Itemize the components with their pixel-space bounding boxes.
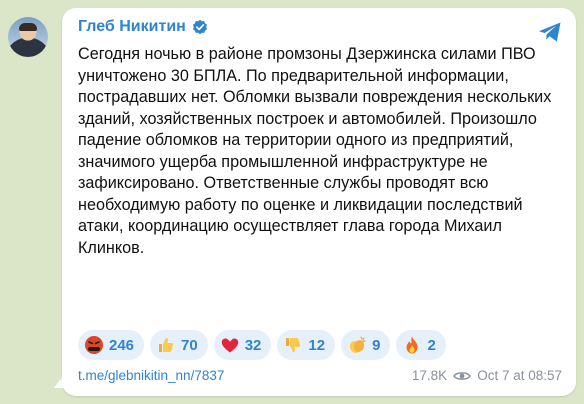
reaction-count: 246 xyxy=(109,336,135,354)
reaction-count: 9 xyxy=(372,336,381,354)
message-meta: 17.8K Oct 7 at 08:57 xyxy=(412,368,562,383)
message-footer: t.me/glebnikitin_nn/7837 17.8K Oct 7 at … xyxy=(78,368,562,383)
thumbs-up-icon xyxy=(159,337,174,352)
reaction-fire[interactable]: 2 xyxy=(396,330,446,360)
reaction-count: 2 xyxy=(427,336,436,354)
reactions-bar: 246 70 32 12 9 2 xyxy=(78,330,446,360)
avatar-hair xyxy=(19,23,37,31)
verified-badge-icon xyxy=(192,19,207,35)
message-bubble: Глеб Никитин Сегодня ночью в районе пром… xyxy=(62,8,576,396)
reaction-clap[interactable]: 9 xyxy=(341,330,391,360)
author-header[interactable]: Глеб Никитин xyxy=(78,18,208,36)
avatar[interactable] xyxy=(8,17,48,57)
clapping-hands-icon xyxy=(349,336,366,353)
angry-face-with-symbols-icon xyxy=(85,336,103,354)
reaction-thumbs-up[interactable]: 70 xyxy=(150,330,208,360)
eye-icon xyxy=(453,371,472,380)
view-count: 17.8K xyxy=(411,368,448,383)
reaction-thumbs-down[interactable]: 12 xyxy=(277,330,336,360)
telegram-share-icon[interactable] xyxy=(536,18,564,46)
message-text: Сегодня ночью в районе промзоны Дзержинс… xyxy=(78,45,552,257)
reaction-count: 32 xyxy=(244,336,262,354)
reaction-heart[interactable]: 32 xyxy=(213,330,272,360)
red-heart-icon xyxy=(221,338,238,353)
post-link[interactable]: t.me/glebnikitin_nn/7837 xyxy=(78,368,224,383)
reaction-angry[interactable]: 246 xyxy=(78,330,145,360)
reaction-count: 12 xyxy=(308,336,326,354)
timestamp: Oct 7 at 08:57 xyxy=(477,368,562,383)
fire-icon xyxy=(406,336,418,354)
thumbs-down-icon xyxy=(286,338,301,353)
author-name[interactable]: Глеб Никитин xyxy=(78,18,186,36)
reaction-count: 70 xyxy=(181,336,198,354)
